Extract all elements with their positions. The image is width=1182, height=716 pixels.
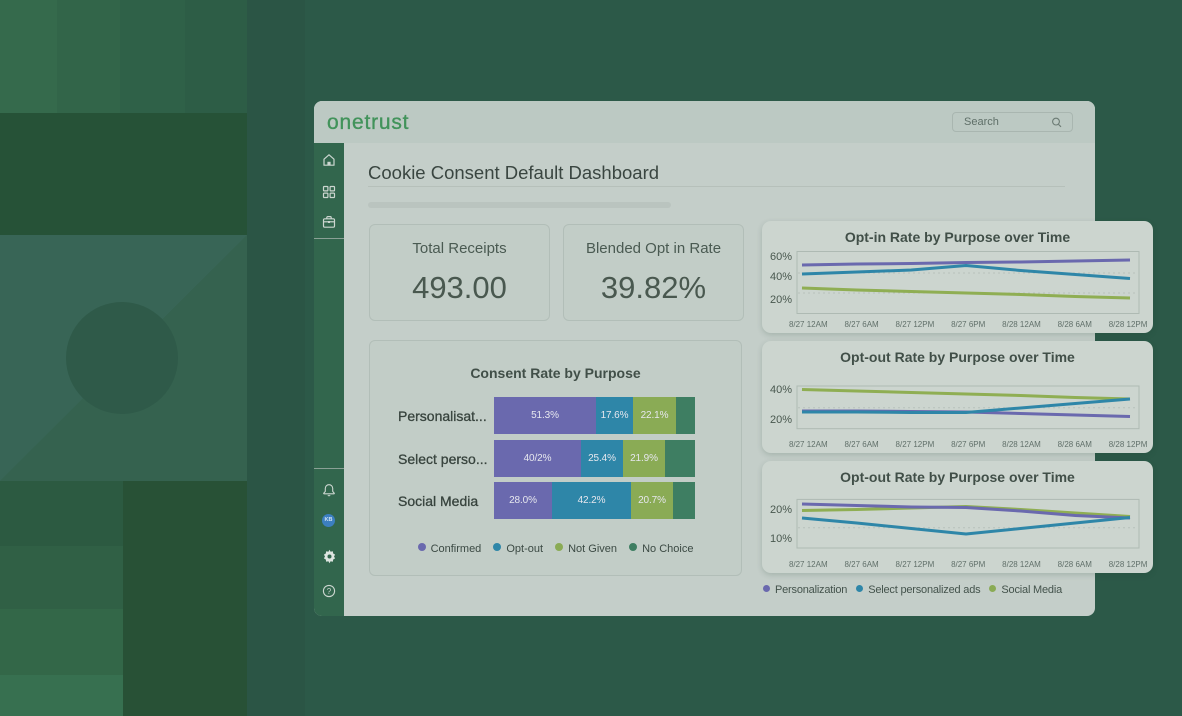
svg-text:8/28 12AM: 8/28 12AM xyxy=(1002,320,1041,329)
svg-text:?: ? xyxy=(327,587,332,596)
svg-text:8/27 12PM: 8/27 12PM xyxy=(896,320,935,329)
svg-text:8/27 6PM: 8/27 6PM xyxy=(951,440,986,449)
svg-text:8/27 6PM: 8/27 6PM xyxy=(951,560,986,569)
svg-text:20%: 20% xyxy=(770,414,792,426)
svg-text:8/27 6PM: 8/27 6PM xyxy=(951,320,986,329)
svg-text:8/28 6AM: 8/28 6AM xyxy=(1058,320,1093,329)
svg-text:8/27 6AM: 8/27 6AM xyxy=(844,560,879,569)
svg-text:40%: 40% xyxy=(770,384,792,396)
svg-text:8/28 6AM: 8/28 6AM xyxy=(1058,440,1093,449)
svg-text:60%: 60% xyxy=(770,251,792,263)
svg-text:8/27 6AM: 8/27 6AM xyxy=(844,320,879,329)
svg-text:8/28 12PM: 8/28 12PM xyxy=(1109,320,1148,329)
svg-text:40%: 40% xyxy=(770,271,792,283)
svg-text:8/27 6AM: 8/27 6AM xyxy=(844,440,879,449)
svg-text:8/27 12AM: 8/27 12AM xyxy=(789,560,828,569)
svg-text:20%: 20% xyxy=(770,294,792,306)
svg-text:8/27 12PM: 8/27 12PM xyxy=(896,560,935,569)
svg-text:8/28 12AM: 8/28 12AM xyxy=(1002,560,1041,569)
svg-text:8/28 12PM: 8/28 12PM xyxy=(1109,560,1148,569)
svg-text:20%: 20% xyxy=(770,504,792,516)
svg-text:8/28 12AM: 8/28 12AM xyxy=(1002,440,1041,449)
svg-text:8/28 6AM: 8/28 6AM xyxy=(1058,560,1093,569)
svg-text:8/27 12AM: 8/27 12AM xyxy=(789,320,828,329)
svg-text:8/27 12PM: 8/27 12PM xyxy=(896,440,935,449)
svg-text:10%: 10% xyxy=(770,533,792,545)
svg-text:8/28 12PM: 8/28 12PM xyxy=(1109,440,1148,449)
svg-text:8/27 12AM: 8/27 12AM xyxy=(789,440,828,449)
